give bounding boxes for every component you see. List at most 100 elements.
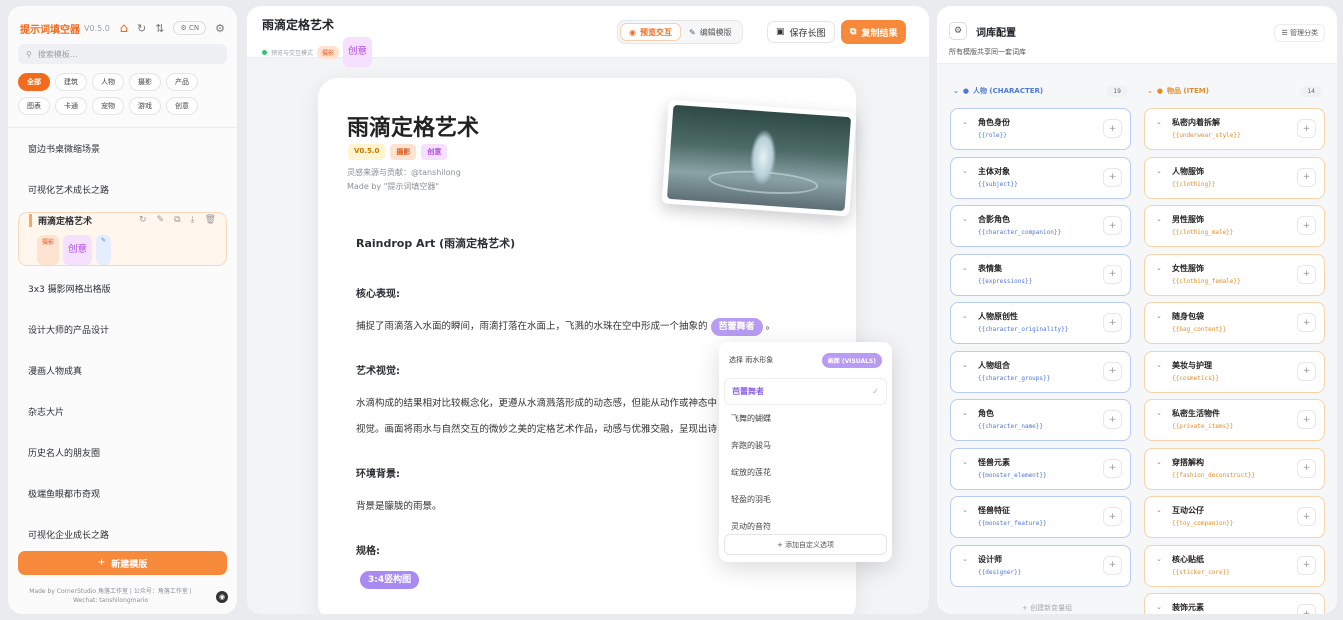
list-item[interactable]: 历史名人的朋友圈 [18,432,227,473]
create-group-button[interactable]: + 创建新变量组 [1022,603,1072,613]
list-item[interactable]: 漫画人物成真 [18,350,227,391]
chevron-down-icon[interactable]: ⌄ [1156,264,1162,272]
add-value-button[interactable]: + [1103,555,1122,575]
tab-preview[interactable]: ◉ 预览交互 [620,23,681,41]
list-item[interactable]: 杂志大片 [18,391,227,432]
variable-card[interactable]: ⌄ 私密内着拆解 {{underwear_style}} + [1144,108,1325,150]
chevron-down-icon[interactable]: ⌄ [962,409,968,417]
language-toggle[interactable]: ⚙ CN [173,21,207,35]
download-icon[interactable]: ⤓ [191,215,195,225]
dropdown-option[interactable]: 轻盈的羽毛 [719,486,892,513]
save-image-button[interactable]: ▣ 保存长图 [767,21,835,43]
variable-card[interactable]: ⌄ 核心贴纸 {{sticker_core}} + [1144,544,1325,587]
sort-icon[interactable]: ⇅ [155,22,164,35]
chevron-down-icon[interactable]: ⌄ [1156,555,1162,563]
variable-card[interactable]: ⌄ 人物原创性 {{character_originality}} + [950,302,1131,344]
dropdown-option[interactable]: 奔跑的骏马 [719,432,892,459]
chevron-down-icon[interactable]: ⌄ [962,118,968,126]
tag-cartoon[interactable]: 卡通 [55,97,87,115]
chevron-down-icon[interactable]: ⌄ [962,506,968,514]
chevron-down-icon[interactable]: ⌄ [962,264,968,272]
variable-card[interactable]: ⌄ 怪兽特征 {{monster_feature}} + [950,496,1131,538]
settings-icon[interactable]: ⚙ [949,22,967,40]
category-header[interactable]: ⌄ ● 人物 (CHARACTER) 19 [950,82,1131,100]
chevron-down-icon[interactable]: ⌄ [962,312,968,320]
manage-categories-button[interactable]: ☰ 管理分类 [1274,24,1325,42]
add-value-button[interactable]: + [1297,458,1316,478]
add-value-button[interactable]: + [1297,361,1316,381]
add-custom-option-button[interactable]: + 添加自定义选项 [724,534,887,555]
category-header[interactable]: ⌄ ● 物品 (ITEM) 14 [1144,82,1325,100]
search-input[interactable]: ⚲ 搜索模板... [18,44,227,64]
add-value-button[interactable]: + [1103,458,1122,478]
chevron-down-icon[interactable]: ⌄ [962,458,968,466]
dropdown-option[interactable]: 绽放的莲花 [719,459,892,486]
chevron-down-icon[interactable]: ⌄ [1156,167,1162,175]
add-value-button[interactable]: + [1103,313,1122,332]
chevron-down-icon[interactable]: ⌄ [1156,458,1162,466]
settings-icon[interactable]: ⚙ [215,22,225,35]
tag-game[interactable]: 游戏 [129,97,161,115]
chevron-down-icon[interactable]: ⌄ [1156,312,1162,320]
variable-chip-ratio[interactable]: 3:4竖构图 [360,571,420,589]
home-icon[interactable]: ⌂ [120,21,128,36]
add-value-button[interactable]: + [1297,313,1316,332]
dropdown-option-selected[interactable]: 芭蕾舞者 ✓ [724,378,887,405]
variable-card[interactable]: ⌄ 私密生活物件 {{private_items}} + [1144,399,1325,441]
chevron-down-icon[interactable]: ⌄ [1156,409,1162,417]
tag-pet[interactable]: 宠物 [92,97,124,115]
chevron-down-icon[interactable]: ⌄ [962,361,968,369]
add-value-button[interactable]: + [1297,507,1316,526]
refresh-icon[interactable]: ↻ [137,22,146,35]
add-value-button[interactable]: + [1103,410,1122,429]
variable-card[interactable]: ⌄ 美妆与护理 {{cosmetics}} + [1144,350,1325,393]
add-value-button[interactable]: + [1103,361,1122,381]
add-value-button[interactable]: + [1297,555,1316,575]
variable-chip-visuals[interactable]: 芭蕾舞者 [710,318,763,336]
chevron-down-icon[interactable]: ⌄ [1156,506,1162,514]
chevron-down-icon[interactable]: ⌄ [1156,361,1162,369]
list-item[interactable]: 可视化艺术成长之路 [18,169,227,210]
add-value-button[interactable]: + [1103,507,1122,526]
edit-icon[interactable]: ✎ [157,215,165,225]
add-value-button[interactable]: + [1103,119,1122,138]
copy-result-button[interactable]: ⧉ 复制结果 [841,20,907,44]
new-template-button[interactable]: + 新建模版 [18,551,227,575]
variable-card[interactable]: ⌄ 装饰元素 + [1144,593,1325,614]
add-value-button[interactable]: + [1297,604,1316,614]
list-item[interactable]: 窗边书桌微缩场景 [18,128,227,169]
tag-photography[interactable]: 摄影 [129,73,161,91]
variable-card[interactable]: ⌄ 人物组合 {{character_groups}} + [950,350,1131,393]
list-item[interactable]: 极端鱼眼都市奇观 [18,473,227,514]
list-item-selected[interactable]: 雨滴定格艺术 ↻ ✎ ⧉ ⤓ 🗑 摄影 创意 ✎ [18,212,227,266]
chevron-down-icon[interactable]: ⌄ [962,167,968,175]
add-value-button[interactable]: + [1103,216,1122,235]
copy-icon[interactable]: ⧉ [174,215,180,225]
add-value-button[interactable]: + [1297,167,1316,187]
tab-edit[interactable]: ✎ 编辑模版 [681,23,740,41]
variable-card[interactable]: ⌄ 互动公仔 {{toy_companion}} + [1144,496,1325,538]
variable-card[interactable]: ⌄ 男性服饰 {{clothing_male}} + [1144,205,1325,247]
variable-card[interactable]: ⌄ 合影角色 {{character_companion}} + [950,205,1131,247]
list-item[interactable]: 设计大师的产品设计 [18,309,227,350]
variable-card[interactable]: ⌄ 随身包袋 {{bag_content}} + [1144,302,1325,344]
variable-card[interactable]: ⌄ 角色身份 {{role}} + [950,108,1131,150]
list-item[interactable]: 3x3 摄影网格出格版 [18,268,227,309]
add-value-button[interactable]: + [1297,264,1316,284]
tag-product[interactable]: 产品 [166,73,198,91]
variable-card[interactable]: ⌄ 怪兽元素 {{monster_element}} + [950,447,1131,490]
chevron-down-icon[interactable]: ⌄ [962,215,968,223]
variable-card[interactable]: ⌄ 女性服饰 {{clothing_female}} + [1144,253,1325,296]
tag-chart[interactable]: 图表 [18,97,50,115]
variable-card[interactable]: ⌄ 设计师 {{designer}} + [950,544,1131,587]
add-value-button[interactable]: + [1297,410,1316,429]
tag-creative[interactable]: 创意 [166,97,198,115]
list-item[interactable]: 可视化企业成长之路 [18,514,227,555]
chevron-down-icon[interactable]: ⌄ [1156,603,1162,611]
variable-card[interactable]: ⌄ 表情集 {{expressions}} + [950,253,1131,296]
add-value-button[interactable]: + [1103,167,1122,187]
github-icon[interactable]: ◉ [216,591,228,603]
chevron-down-icon[interactable]: ⌄ [1156,118,1162,126]
variable-card[interactable]: ⌄ 角色 {{character_name}} + [950,399,1131,441]
tag-edit-icon[interactable]: ✎ [96,234,112,265]
